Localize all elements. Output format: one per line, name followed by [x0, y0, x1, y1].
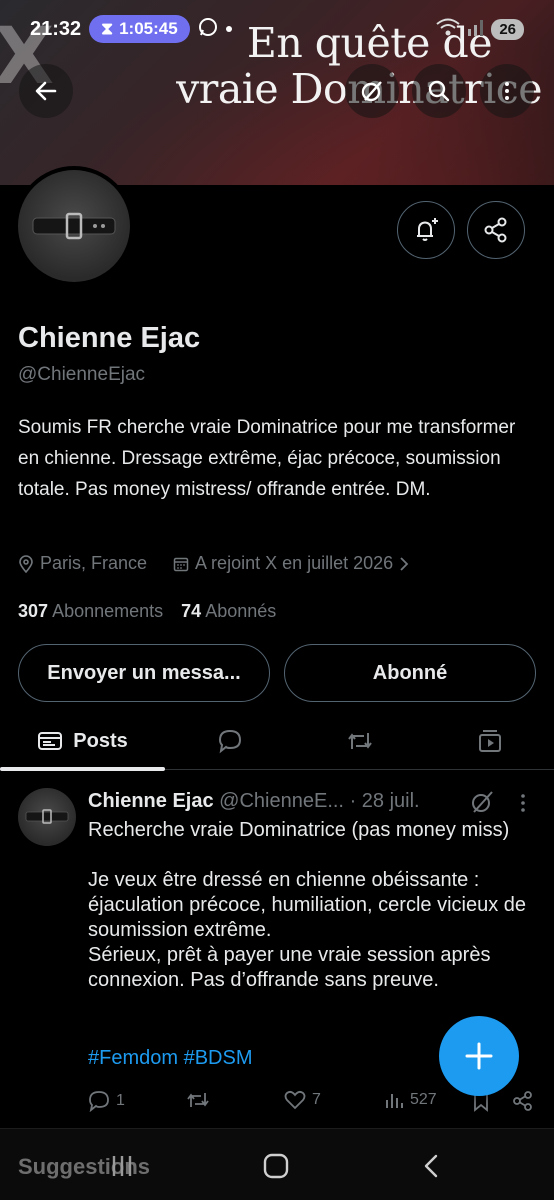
grok-button[interactable] [345, 64, 399, 118]
profile-handle: @ChienneEjac [18, 364, 146, 385]
heart-icon [284, 1090, 306, 1110]
profile-meta: Paris, France A rejoint X en juillet 202… [18, 553, 409, 574]
grok-icon [361, 81, 382, 102]
more-vertical-icon [521, 794, 525, 812]
profile-bio: Soumis FR cherche vraie Dominatrice pour… [18, 417, 516, 500]
compose-post-button[interactable] [439, 1016, 519, 1096]
status-time: 21:32 [30, 17, 82, 40]
followers-label: Abonnés [205, 601, 277, 621]
status-bar: 21:32 ⧗ 1:05:45 26 [30, 12, 524, 46]
follow-stats: 307 Abonnements 74 Abonnés [18, 601, 276, 622]
chevron-left-icon [424, 1154, 438, 1178]
profile-location: Paris, France [40, 553, 148, 573]
active-tab-indicator [0, 767, 165, 771]
following-link[interactable]: 307 Abonnements [18, 601, 163, 622]
repost-icon [187, 1093, 209, 1107]
reply-icon [89, 1091, 109, 1112]
like-count: 7 [312, 1091, 321, 1108]
tab-posts[interactable]: Posts [0, 712, 165, 770]
followers-link[interactable]: 74 Abonnés [181, 601, 276, 622]
following-button[interactable]: Abonné [284, 644, 536, 702]
view-count: 527 [410, 1091, 437, 1108]
more-vertical-icon [505, 82, 509, 100]
repost-button[interactable] [186, 1090, 210, 1110]
tab-reposts[interactable] [295, 712, 425, 770]
post-hashtags[interactable]: #Femdom #BDSM [88, 1047, 253, 1070]
home-icon [263, 1153, 289, 1179]
share-icon [484, 217, 507, 243]
post-date[interactable]: · 28 juil. [350, 790, 420, 812]
post-handle[interactable]: @ChienneE... [219, 790, 344, 812]
post-more-button[interactable] [516, 792, 530, 819]
following-label: Abonnements [52, 601, 164, 621]
followers-count: 74 [181, 601, 202, 621]
battery-indicator: 26 [491, 18, 524, 40]
home-button[interactable] [262, 1152, 290, 1185]
following-count: 307 [18, 601, 49, 621]
reply-count: 1 [116, 1092, 125, 1109]
tab-replies[interactable] [165, 712, 295, 770]
recent-apps-icon [112, 1156, 132, 1176]
status-right: 26 [435, 17, 524, 42]
hourglass-icon: ⧗ [101, 19, 114, 38]
notifications-button[interactable] [397, 201, 455, 259]
share-post-button[interactable] [512, 1090, 534, 1112]
whatsapp-icon [198, 17, 218, 42]
grok-post-button[interactable] [468, 788, 496, 821]
profile-tabs: Posts [0, 712, 554, 770]
post-author[interactable]: Chienne Ejac [88, 790, 214, 812]
post-header: Chienne Ejac @ChienneE... · 28 juil. [88, 790, 420, 813]
collar-image [18, 170, 130, 282]
system-back-button[interactable] [420, 1152, 444, 1185]
reply-button[interactable]: 1 [88, 1090, 125, 1112]
bell-plus-icon [417, 218, 438, 241]
arrow-left-icon [35, 81, 57, 101]
profile-joined[interactable]: A rejoint X en juillet 2026 [195, 553, 393, 574]
tab-media[interactable] [425, 712, 554, 770]
like-button[interactable]: 7 [284, 1090, 321, 1110]
timer-pill: ⧗ 1:05:45 [89, 15, 190, 43]
repost-icon [348, 733, 372, 749]
video-stack-icon [478, 730, 501, 752]
post-avatar[interactable] [18, 788, 76, 846]
tab-posts-label: Posts [73, 729, 128, 752]
timer-value: 1:05:45 [119, 19, 178, 38]
profile-name: Chienne Ejac [18, 322, 201, 354]
reply-bubble-icon [218, 729, 242, 754]
signal-icon [467, 17, 485, 42]
post-text: Recherche vraie Dominatrice (pas money m… [88, 819, 527, 991]
search-icon [428, 80, 450, 102]
search-button[interactable] [412, 64, 466, 118]
notification-dot [225, 26, 232, 32]
calendar-icon [173, 557, 189, 571]
posts-icon [38, 732, 63, 750]
chevron-right-icon [400, 556, 409, 571]
grok-icon [472, 791, 493, 813]
share-profile-button[interactable] [467, 201, 525, 259]
back-button[interactable] [19, 64, 73, 118]
plus-icon [465, 1042, 493, 1070]
views-bar-chart-icon [386, 1094, 403, 1108]
location-icon [19, 554, 33, 573]
recent-apps-button[interactable] [108, 1152, 136, 1185]
more-options-button[interactable] [480, 64, 534, 118]
profile-avatar[interactable] [14, 166, 134, 286]
views-button[interactable]: 527 [384, 1090, 437, 1110]
send-message-button[interactable]: Envoyer un messa... [18, 644, 270, 702]
share-icon [513, 1091, 532, 1111]
wifi-icon [435, 17, 461, 42]
